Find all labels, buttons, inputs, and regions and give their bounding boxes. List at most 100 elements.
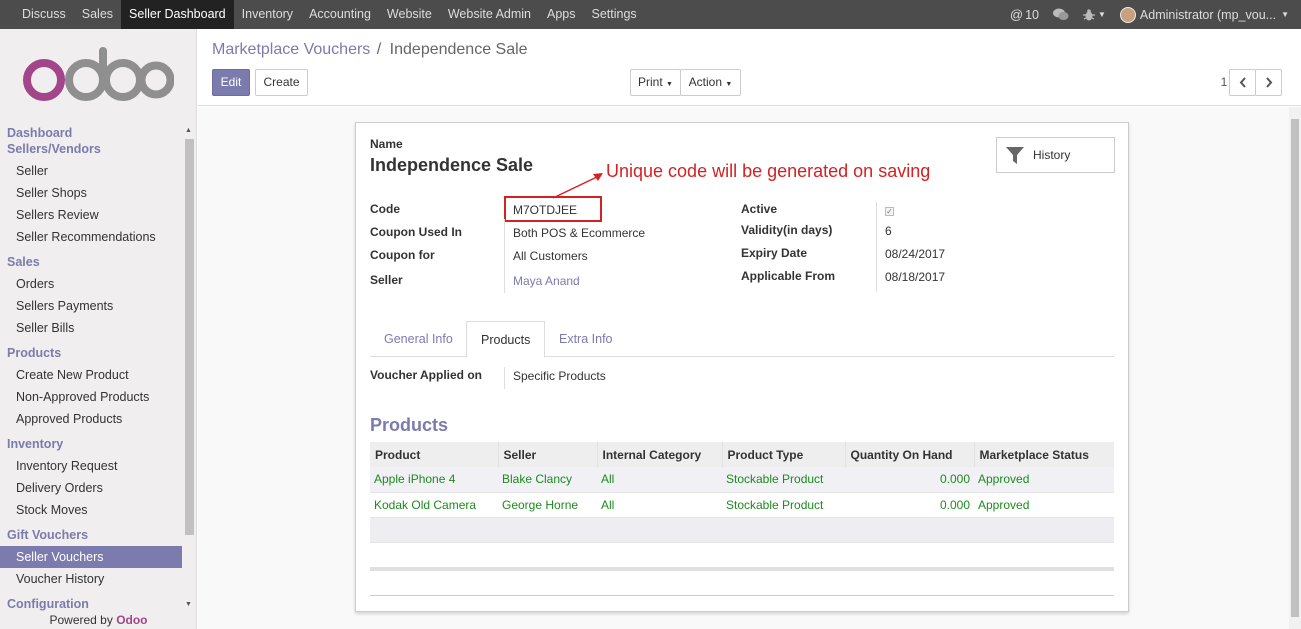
column-header[interactable]: Product Type — [721, 442, 845, 467]
sidebar-item-seller[interactable]: Seller — [0, 160, 182, 182]
active-checkbox[interactable]: ✓ — [885, 207, 894, 216]
code-value[interactable]: M7OTDJEE — [513, 203, 577, 217]
breadcrumb-parent[interactable]: Marketplace Vouchers — [212, 41, 370, 58]
coupon-used-in-value[interactable]: Both POS & Ecommerce — [513, 226, 645, 240]
tab-products[interactable]: Products — [466, 321, 546, 358]
sidebar-item-seller-bills[interactable]: Seller Bills — [0, 317, 182, 339]
sidebar-group-products[interactable]: Products — [0, 345, 182, 361]
validity-value[interactable]: 6 — [885, 224, 892, 238]
sidebar-group-sellers[interactable]: Sellers/Vendors — [0, 141, 182, 157]
main-menu: Discuss Sales Seller Dashboard Inventory… — [14, 0, 645, 29]
cell-product: Kodak Old Camera — [370, 492, 498, 518]
history-button[interactable]: History — [996, 137, 1115, 173]
menu-sales[interactable]: Sales — [74, 0, 121, 29]
empty-row — [370, 517, 1114, 543]
menu-accounting[interactable]: Accounting — [301, 0, 379, 29]
table-row[interactable]: Apple iPhone 4 Blake Clancy All Stockabl… — [370, 467, 1114, 493]
scrollbar-thumb[interactable] — [1291, 119, 1299, 617]
form-view: History Name Independence Sale Unique co… — [198, 107, 1301, 629]
applicable-from-value[interactable]: 08/18/2017 — [885, 270, 945, 284]
chat-button[interactable] — [1049, 0, 1073, 29]
tab-extra-info[interactable]: Extra Info — [545, 321, 627, 357]
print-dropdown[interactable]: Print ▼ — [630, 69, 681, 96]
products-section-title: Products — [370, 415, 449, 435]
menu-inventory[interactable]: Inventory — [234, 0, 301, 29]
menu-discuss[interactable]: Discuss — [14, 0, 74, 29]
pager-next-button[interactable] — [1255, 69, 1282, 96]
expiry-date-value[interactable]: 08/24/2017 — [885, 247, 945, 261]
filter-icon — [1006, 147, 1024, 164]
menu-website-admin[interactable]: Website Admin — [440, 0, 539, 29]
column-header[interactable]: Product — [370, 442, 498, 467]
sidebar-group-gift-vouchers[interactable]: Gift Vouchers — [0, 527, 182, 543]
content-scrollbar[interactable] — [1289, 107, 1301, 629]
sidebar-group-configuration[interactable]: Configuration — [0, 596, 182, 612]
pager-previous-button[interactable] — [1229, 69, 1256, 96]
table-header-row: Product Seller Internal Category Product… — [370, 442, 1114, 467]
cell-product-type: Stockable Product — [722, 492, 845, 518]
sidebar-group-sales[interactable]: Sales — [0, 254, 182, 270]
column-header[interactable]: Internal Category — [596, 442, 722, 467]
sidebar-item-seller-recommendations[interactable]: Seller Recommendations — [0, 226, 182, 248]
voucher-applied-value[interactable]: Specific Products — [513, 369, 606, 383]
notifications-button[interactable]: @ 10 — [1006, 0, 1043, 29]
seller-link[interactable]: Maya Anand — [513, 274, 580, 288]
menu-settings[interactable]: Settings — [584, 0, 645, 29]
sidebar-item-stock-moves[interactable]: Stock Moves — [0, 499, 182, 521]
sidebar-item-inventory-request[interactable]: Inventory Request — [0, 455, 182, 477]
sidebar-group-inventory[interactable]: Inventory — [0, 436, 182, 452]
avatar — [1119, 6, 1136, 23]
table-footer — [370, 567, 1114, 571]
action-label: Action — [688, 75, 723, 89]
sidebar-item-create-new-product[interactable]: Create New Product — [0, 364, 182, 386]
at-icon: @ — [1009, 7, 1024, 22]
sidebar-item-sellers-payments[interactable]: Sellers Payments — [0, 295, 182, 317]
edit-button[interactable]: Edit — [212, 69, 250, 96]
caret-down-icon: ▼ — [666, 81, 673, 88]
table-row[interactable]: Kodak Old Camera George Horne All Stocka… — [370, 492, 1114, 518]
cell-category: All — [597, 492, 722, 518]
sidebar-item-sellers-review[interactable]: Sellers Review — [0, 204, 182, 226]
caret-down-icon: ▼ — [1281, 10, 1289, 19]
cell-status: Approved — [974, 467, 1114, 493]
tab-general-info[interactable]: General Info — [370, 321, 467, 357]
debug-button[interactable]: ▼ — [1079, 0, 1110, 29]
column-header[interactable]: Seller — [497, 442, 597, 467]
column-header[interactable]: Quantity On Hand — [844, 442, 974, 467]
action-dropdown[interactable]: Action ▼ — [680, 69, 741, 96]
menu-website[interactable]: Website — [379, 0, 440, 29]
sidebar-group-dashboard[interactable]: Dashboard — [0, 125, 182, 141]
powered-by: Powered by Odoo — [0, 613, 197, 627]
divider — [370, 595, 1114, 596]
user-menu[interactable]: Administrator (mp_vou... ▼ — [1116, 0, 1293, 29]
sidebar-item-non-approved-products[interactable]: Non-Approved Products — [0, 386, 182, 408]
sidebar-nav: Dashboard Sellers/Vendors Seller Seller … — [0, 123, 182, 612]
powered-by-brand[interactable]: Odoo — [116, 613, 147, 627]
validity-label: Validity(in days) — [741, 223, 833, 237]
sidebar-item-seller-vouchers[interactable]: Seller Vouchers — [0, 546, 182, 568]
form-sheet: History Name Independence Sale Unique co… — [355, 122, 1129, 612]
sidebar-item-approved-products[interactable]: Approved Products — [0, 408, 182, 430]
sidebar-item-voucher-history[interactable]: Voucher History — [0, 568, 182, 590]
expiry-date-label: Expiry Date — [741, 246, 808, 260]
field-separator — [876, 202, 877, 292]
cell-seller: George Horne — [498, 492, 597, 518]
scroll-up-icon[interactable]: ▲ — [185, 127, 192, 134]
column-header[interactable]: Marketplace Status — [973, 442, 1114, 467]
menu-apps[interactable]: Apps — [539, 0, 584, 29]
menu-seller-dashboard[interactable]: Seller Dashboard — [121, 0, 234, 29]
notification-count: 10 — [1025, 7, 1039, 22]
scroll-down-icon[interactable]: ▼ — [185, 601, 192, 608]
sidebar-item-orders[interactable]: Orders — [0, 273, 182, 295]
sidebar-item-seller-shops[interactable]: Seller Shops — [0, 182, 182, 204]
control-panel: Marketplace Vouchers / Independence Sale… — [198, 29, 1301, 106]
sidebar-scrollbar[interactable]: ▲ ▼ — [184, 127, 194, 609]
coupon-for-value[interactable]: All Customers — [513, 249, 588, 263]
top-navbar: Discuss Sales Seller Dashboard Inventory… — [0, 0, 1301, 29]
sidebar-item-delivery-orders[interactable]: Delivery Orders — [0, 477, 182, 499]
notebook-tabs: General Info Products Extra Info — [370, 321, 1114, 358]
voucher-name[interactable]: Independence Sale — [370, 155, 533, 176]
empty-row — [370, 542, 1114, 567]
scrollbar-thumb[interactable] — [185, 139, 194, 535]
create-button[interactable]: Create — [255, 69, 308, 96]
